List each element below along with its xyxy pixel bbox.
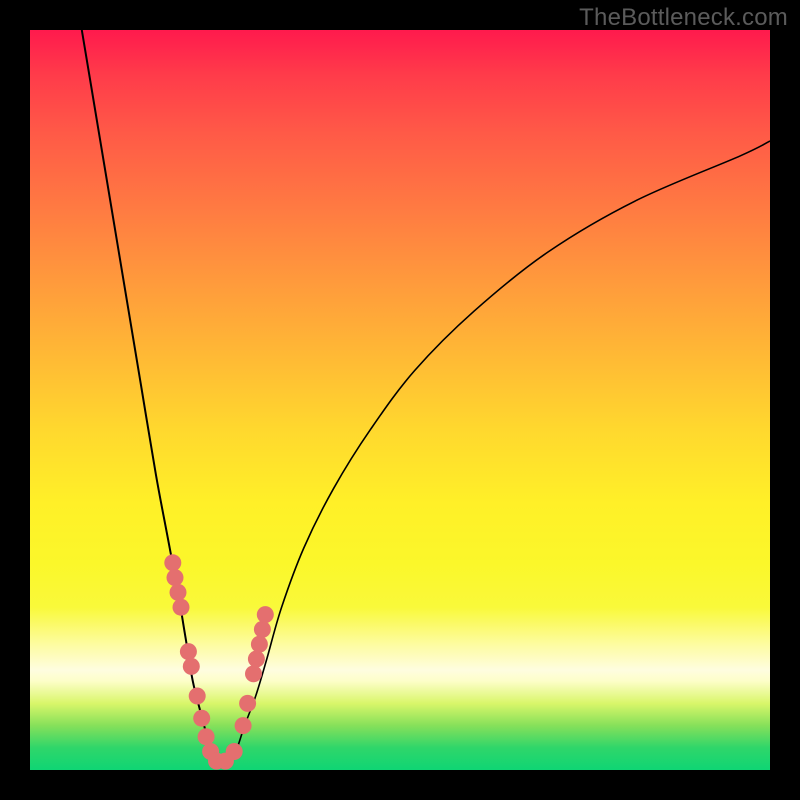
watermark-label: TheBottleneck.com	[579, 4, 788, 32]
highlight-dot	[193, 710, 210, 727]
highlight-dot	[245, 665, 262, 682]
highlight-dot	[198, 728, 215, 745]
right-curve	[230, 141, 770, 763]
highlight-dot	[251, 636, 268, 653]
highlight-dot	[164, 554, 181, 571]
highlight-dot	[235, 717, 252, 734]
plot-area	[30, 30, 770, 770]
highlight-dot	[254, 621, 271, 638]
highlight-dot	[189, 688, 206, 705]
highlight-dot	[248, 651, 265, 668]
highlight-dot	[173, 599, 190, 616]
highlight-dot	[167, 569, 184, 586]
highlight-dot	[239, 695, 256, 712]
highlight-dot	[183, 658, 200, 675]
chart-container: TheBottleneck.com	[0, 0, 800, 800]
highlight-dot	[180, 643, 197, 660]
highlight-dot	[170, 584, 187, 601]
highlight-dots	[164, 554, 273, 769]
highlight-dot	[257, 606, 274, 623]
highlight-dot	[226, 743, 243, 760]
chart-svg	[30, 30, 770, 770]
